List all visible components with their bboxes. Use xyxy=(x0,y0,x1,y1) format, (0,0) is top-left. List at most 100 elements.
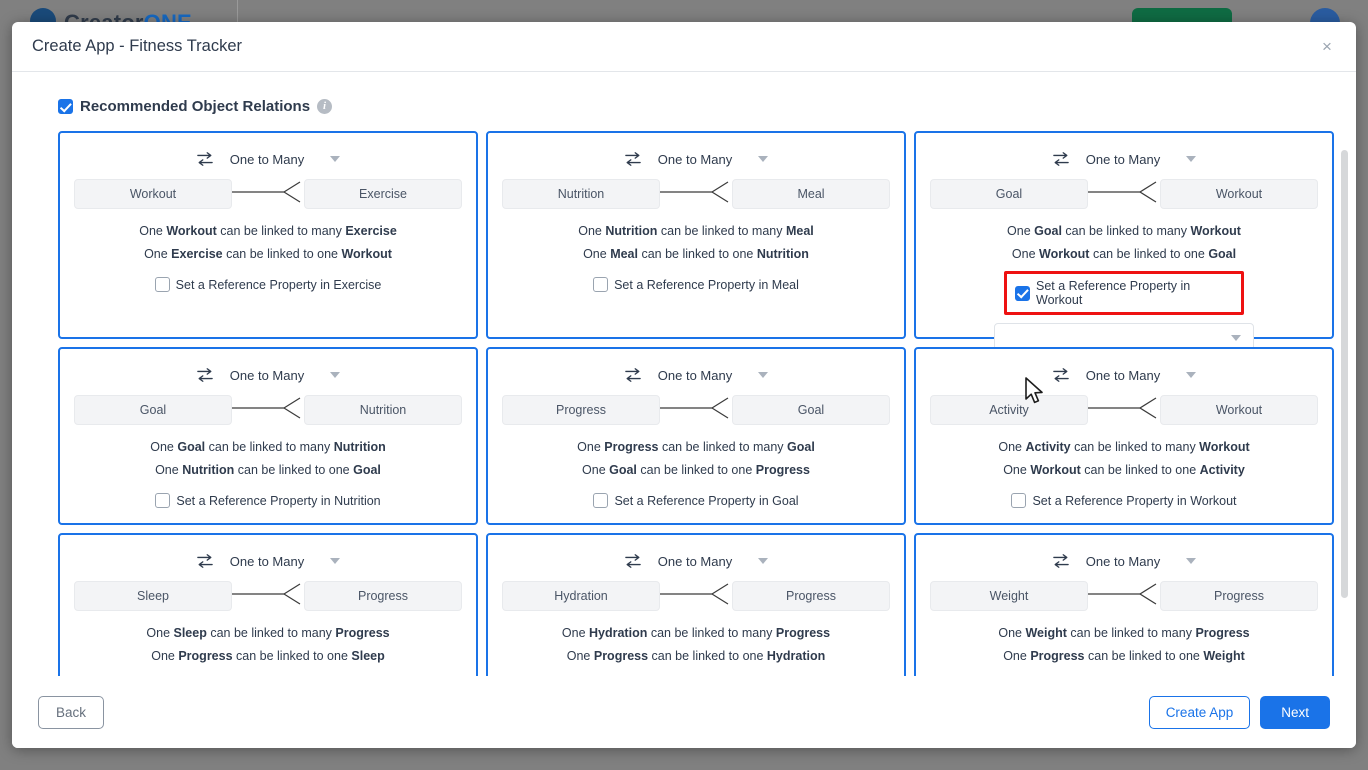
back-button[interactable]: Back xyxy=(38,695,105,729)
swap-direction-icon[interactable] xyxy=(624,367,642,383)
swap-direction-icon[interactable] xyxy=(196,553,214,569)
relation-card-top: One to Many xyxy=(502,363,890,387)
recommended-relations-header: Recommended Object Relations i xyxy=(58,98,1334,115)
set-reference-property-checkbox[interactable] xyxy=(593,277,609,292)
swap-direction-icon[interactable] xyxy=(196,151,214,167)
right-entity-box[interactable]: Workout xyxy=(1160,395,1318,425)
left-entity-box[interactable]: Weight xyxy=(930,581,1088,611)
relation-type-dropdown[interactable]: One to Many xyxy=(229,151,341,167)
relation-card: One to Many Goal Workout One Goal can be li… xyxy=(914,131,1334,353)
relation-type-dropdown[interactable]: One to Many xyxy=(657,367,769,383)
relation-type-dropdown[interactable]: One to Many xyxy=(1086,368,1197,383)
left-entity-box[interactable]: Activity xyxy=(930,395,1088,425)
left-entity-box[interactable]: Goal xyxy=(74,395,232,425)
relation-card-top: One to Many xyxy=(930,363,1318,387)
swap-direction-icon[interactable] xyxy=(1052,151,1070,167)
recommended-relations-checkbox[interactable] xyxy=(58,99,73,114)
left-entity-box[interactable]: Nutrition xyxy=(502,179,660,209)
create-app-modal: Create App - Fitness Tracker × Recommend… xyxy=(12,22,1356,748)
chevron-down-icon xyxy=(330,156,341,162)
set-reference-property-checkbox[interactable] xyxy=(155,493,171,508)
relation-card-top: One to Many xyxy=(74,147,462,171)
reference-property-row: Set a Reference Property in Goal xyxy=(502,493,890,508)
chevron-down-icon xyxy=(330,558,341,564)
relation-statement: One Workout can be linked to one Goal xyxy=(1011,247,1237,261)
relation-type-label: One to Many xyxy=(657,553,733,569)
left-entity-box[interactable]: Progress xyxy=(502,395,660,425)
entity-pair: Goal Nutrition xyxy=(74,395,462,425)
relation-card-top: One to Many xyxy=(930,549,1318,573)
info-icon[interactable]: i xyxy=(317,99,333,114)
relation-card: One to Many Nutrition Meal One Nutrition ca… xyxy=(486,131,906,339)
right-entity-box[interactable]: Exercise xyxy=(304,179,462,209)
relation-cards-grid: One to Many Workout Exercise One Workout ca… xyxy=(58,131,1334,676)
right-entity-box[interactable]: Goal xyxy=(732,395,890,425)
entity-pair: Workout Exercise xyxy=(74,179,462,209)
right-entity-box[interactable]: Meal xyxy=(732,179,890,209)
right-entity-box[interactable]: Workout xyxy=(1160,179,1318,209)
entity-pair: Weight Progress xyxy=(930,581,1318,611)
left-entity-box[interactable]: Hydration xyxy=(502,581,660,611)
relation-connector-icon xyxy=(660,579,732,614)
relation-card-top: One to Many xyxy=(74,363,462,387)
relation-statement: One Progress can be linked to one Hydrat… xyxy=(566,649,826,663)
left-entity-box[interactable]: Workout xyxy=(74,179,232,209)
next-button[interactable]: Next xyxy=(1260,695,1330,729)
set-reference-property-label: Set a Reference Property in Meal xyxy=(614,277,799,292)
scrollbar-thumb[interactable] xyxy=(1341,150,1348,598)
set-reference-property-checkbox[interactable] xyxy=(593,493,609,508)
right-entity-box[interactable]: Nutrition xyxy=(304,395,462,425)
relation-type-dropdown[interactable]: One to Many xyxy=(1085,553,1197,569)
relation-statement: One Activity can be linked to many Worko… xyxy=(998,440,1250,454)
right-entity-box[interactable]: Progress xyxy=(304,581,462,611)
relation-connector-icon xyxy=(232,579,304,614)
right-entity-box[interactable]: Progress xyxy=(1160,581,1318,611)
section-title: Recommended Object Relations xyxy=(80,98,311,115)
relation-type-label: One to Many xyxy=(229,151,305,167)
chevron-down-icon xyxy=(758,558,769,564)
relation-card-top: One to Many xyxy=(502,147,890,171)
chevron-down-icon xyxy=(1186,156,1197,162)
modal-header: Create App - Fitness Tracker × xyxy=(12,22,1356,72)
relation-statement: One Goal can be linked to many Nutrition xyxy=(150,440,386,454)
relation-connector-icon xyxy=(660,393,732,428)
set-reference-property-checkbox[interactable] xyxy=(1011,493,1027,508)
set-reference-property-label: Set a Reference Property in Nutrition xyxy=(176,493,381,508)
swap-direction-icon[interactable] xyxy=(1052,553,1070,569)
close-icon[interactable]: × xyxy=(1314,34,1340,60)
swap-direction-icon[interactable] xyxy=(1052,367,1070,383)
relation-type-label: One to Many xyxy=(657,367,733,383)
relation-statement: One Goal can be linked to one Progress xyxy=(582,463,810,477)
relation-type-dropdown[interactable]: One to Many xyxy=(230,554,341,569)
relation-connector-icon xyxy=(232,393,304,428)
left-entity-box[interactable]: Sleep xyxy=(74,581,232,611)
relation-type-dropdown[interactable]: One to Many xyxy=(230,368,341,383)
reference-property-row: Set a Reference Property in Workout xyxy=(930,493,1318,508)
scrollbar-track[interactable] xyxy=(1341,150,1348,676)
relation-connector-icon xyxy=(660,177,732,212)
modal-body: Recommended Object Relations i One to Ma… xyxy=(12,72,1356,676)
relation-connector-icon xyxy=(232,177,304,212)
relation-statement: One Workout can be linked to many Exerci… xyxy=(139,224,397,238)
left-entity-box[interactable]: Goal xyxy=(930,179,1088,209)
reference-property-row: Set a Reference Property in Exercise xyxy=(74,277,462,292)
set-reference-property-checkbox[interactable] xyxy=(1015,285,1030,301)
swap-direction-icon[interactable] xyxy=(196,367,214,383)
relation-type-dropdown[interactable]: One to Many xyxy=(657,553,769,569)
relation-statement: One Progress can be linked to one Sleep xyxy=(151,649,385,663)
relation-type-dropdown[interactable]: One to Many xyxy=(657,151,769,167)
set-reference-property-checkbox[interactable] xyxy=(154,277,170,292)
relation-type-dropdown[interactable]: One to Many xyxy=(1086,152,1197,167)
right-entity-box[interactable]: Progress xyxy=(732,581,890,611)
relation-statement: One Nutrition can be linked to many Meal xyxy=(578,224,814,238)
entity-pair: Nutrition Meal xyxy=(502,179,890,209)
relation-type-label: One to Many xyxy=(1085,553,1161,569)
relation-type-label: One to Many xyxy=(657,151,733,167)
relation-statement: One Goal can be linked to many Workout xyxy=(1007,224,1241,238)
swap-direction-icon[interactable] xyxy=(624,151,642,167)
entity-pair: Goal Workout xyxy=(930,179,1318,209)
relation-card: One to Many Progress Goal One Progress can … xyxy=(486,347,906,525)
reference-property-row: Set a Reference Property in Meal xyxy=(502,277,890,292)
swap-direction-icon[interactable] xyxy=(624,553,642,569)
create-app-button[interactable]: Create App xyxy=(1148,695,1251,729)
